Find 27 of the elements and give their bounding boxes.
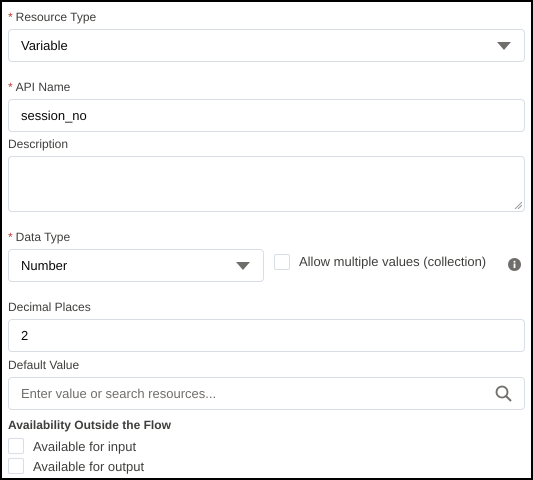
required-asterisk: * (8, 80, 13, 94)
dropdown-caret-icon (235, 260, 251, 270)
resize-grip-icon[interactable] (514, 201, 522, 209)
required-asterisk: * (8, 230, 13, 244)
api-name-field[interactable]: session_no (8, 99, 525, 132)
data-type-dropdown[interactable]: Number (8, 249, 264, 282)
default-value-search-field[interactable]: Enter value or search resources... (8, 377, 525, 410)
resource-type-dropdown[interactable]: Variable (8, 29, 525, 62)
checkbox[interactable] (8, 438, 24, 454)
field-label: Resource Type (16, 10, 96, 24)
info-icon[interactable] (508, 258, 521, 271)
field-label: Description (8, 137, 68, 151)
description-field[interactable] (8, 156, 525, 212)
field-label: Decimal Places (8, 300, 91, 314)
search-icon[interactable] (495, 385, 512, 402)
decimal-places-field[interactable]: 2 (8, 319, 525, 352)
checkbox-label: Available for output (33, 458, 144, 474)
dropdown-caret-icon (496, 40, 512, 50)
field-label: API Name (16, 80, 70, 94)
checkbox-label: Allow multiple values (collection) (299, 254, 486, 269)
section-title: Availability Outside the Flow (8, 418, 172, 432)
checkbox[interactable] (274, 254, 290, 270)
field-label: Default Value (8, 358, 80, 372)
field-label: Data Type (16, 230, 70, 244)
checkbox[interactable] (8, 458, 24, 474)
required-asterisk: * (8, 10, 13, 24)
checkbox-label: Available for input (33, 438, 136, 454)
